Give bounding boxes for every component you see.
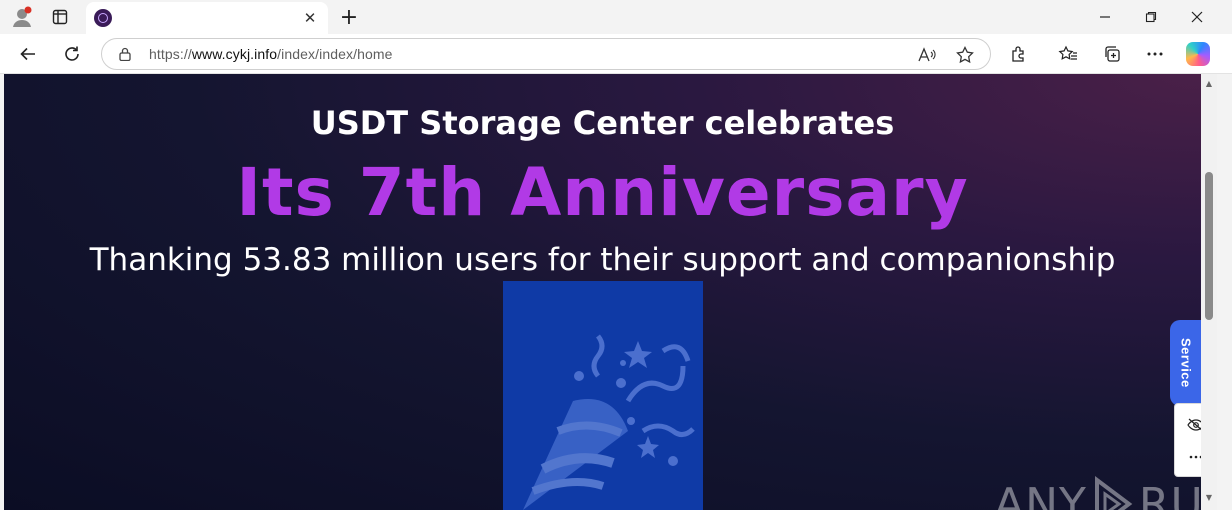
tab-close-button[interactable]: ✕ bbox=[300, 8, 320, 28]
anniversary-title: Its 7th Anniversary bbox=[236, 154, 969, 231]
sidebar-toggle-icon[interactable] bbox=[46, 5, 74, 29]
close-window-button[interactable] bbox=[1174, 4, 1220, 30]
vertical-scrollbar[interactable]: ▲ ▼ bbox=[1201, 74, 1217, 510]
copilot-icon[interactable] bbox=[1186, 42, 1210, 66]
browser-toolbar: https://www.cykj.info/index/index/home bbox=[0, 34, 1232, 74]
subtitle: Thanking 53.83 million users for their s… bbox=[89, 242, 1116, 278]
scroll-thumb[interactable] bbox=[1205, 172, 1213, 320]
refresh-icon[interactable] bbox=[58, 40, 86, 68]
celebration-banner bbox=[503, 281, 703, 510]
new-tab-button[interactable]: + bbox=[336, 4, 362, 30]
tab-strip: ✕ + bbox=[0, 0, 1232, 34]
url-scheme: https:// bbox=[149, 46, 192, 62]
scroll-up-arrow-icon[interactable]: ▲ bbox=[1204, 78, 1214, 88]
restore-button[interactable] bbox=[1128, 4, 1174, 30]
minimize-button[interactable] bbox=[1082, 4, 1128, 30]
party-popper-icon bbox=[523, 334, 695, 510]
favorites-icon[interactable] bbox=[1055, 41, 1081, 67]
more-icon[interactable] bbox=[1142, 41, 1168, 67]
address-bar[interactable]: https://www.cykj.info/index/index/home bbox=[101, 38, 991, 70]
url-path: /index/index/home bbox=[277, 46, 393, 62]
site-favicon bbox=[94, 9, 112, 27]
read-aloud-icon[interactable] bbox=[916, 44, 938, 66]
url-host: www.cykj.info bbox=[191, 46, 278, 62]
back-icon[interactable] bbox=[14, 40, 42, 68]
collections-icon[interactable] bbox=[1099, 41, 1125, 67]
headline: USDT Storage Center celebrates bbox=[310, 104, 895, 142]
service-tab[interactable]: Service bbox=[1170, 320, 1202, 406]
watermark-right: RUN bbox=[1138, 478, 1201, 510]
extensions-icon[interactable] bbox=[1006, 41, 1032, 67]
url-text[interactable]: https://www.cykj.info/index/index/home bbox=[149, 46, 392, 62]
scroll-down-arrow-icon[interactable]: ▼ bbox=[1204, 492, 1214, 502]
web-page: USDT Storage Center celebrates Its 7th A… bbox=[4, 74, 1201, 510]
watermark-left: ANY bbox=[994, 478, 1087, 510]
play-logo-icon bbox=[1094, 476, 1133, 510]
profile-icon[interactable] bbox=[8, 5, 36, 29]
lock-icon[interactable] bbox=[118, 47, 132, 61]
favorite-star-icon[interactable] bbox=[954, 44, 976, 66]
active-tab[interactable]: ✕ bbox=[86, 2, 328, 34]
service-tab-label: Service bbox=[1178, 338, 1194, 388]
window-edge bbox=[1217, 74, 1232, 510]
anyrun-watermark: ANY RUN bbox=[994, 474, 1201, 510]
